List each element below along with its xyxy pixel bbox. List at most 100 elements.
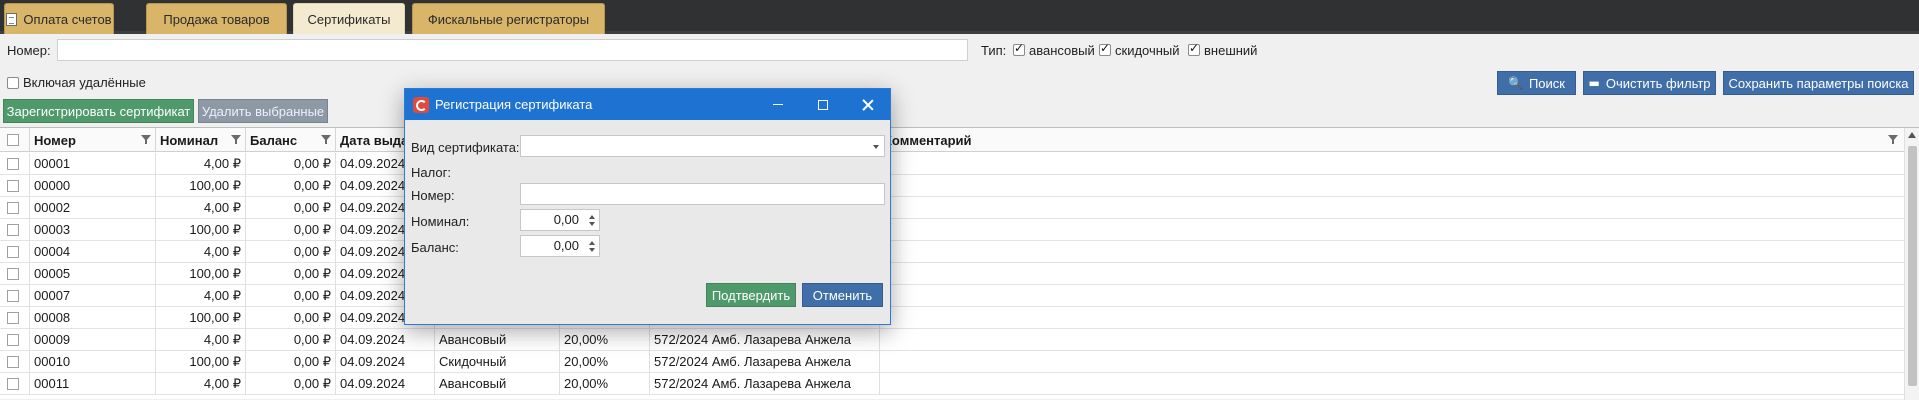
cell-number: 00004 — [30, 241, 156, 263]
row-select-cell — [0, 197, 30, 219]
table-row[interactable]: 00000 100,00 ₽0,00 ₽04.09.2024 — [0, 175, 1904, 197]
table-row[interactable]: 00009 4,00 ₽0,00 ₽04.09.2024 Авансовый 20,0… — [0, 329, 1904, 351]
row-checkbox[interactable] — [7, 334, 19, 346]
dialog-title-bar[interactable]: Регистрация сертификата — [405, 89, 890, 120]
cell-type: Авансовый — [435, 329, 560, 351]
filter-funnel-icon[interactable] — [141, 134, 152, 145]
number-filter-input[interactable] — [57, 39, 968, 61]
cert-type-select[interactable] — [520, 135, 885, 157]
table-row[interactable]: 00005 100,00 ₽0,00 ₽04.09.2024 — [0, 263, 1904, 285]
cell-tax: 20,00% — [560, 351, 650, 373]
cell-empty — [880, 285, 1904, 307]
table-row[interactable]: 00007 4,00 ₽0,00 ₽04.09.2024 — [0, 285, 1904, 307]
close-button[interactable] — [845, 89, 890, 120]
cell-balance: 0,00 ₽ — [246, 153, 336, 175]
clear-filter-button[interactable]: ▬ Очистить фильтр — [1583, 71, 1716, 95]
column-header-balance[interactable]: Баланс — [246, 128, 336, 152]
column-header-nominal[interactable]: Номинал — [156, 128, 246, 152]
cell-nominal: 4,00 ₽ — [156, 285, 246, 307]
spin-down-icon[interactable] — [589, 248, 595, 252]
tab-invoice-payment[interactable]: Оплата счетов — [4, 3, 114, 34]
cell-empty — [880, 329, 1904, 351]
table-row[interactable]: 00003 100,00 ₽0,00 ₽04.09.2024 — [0, 219, 1904, 241]
row-checkbox[interactable] — [7, 224, 19, 236]
cert-type-label: Вид сертификата: — [411, 140, 520, 155]
register-certificate-dialog: Регистрация сертификата Вид сертификата:… — [404, 88, 891, 325]
row-checkbox[interactable] — [7, 246, 19, 258]
row-checkbox[interactable] — [7, 268, 19, 280]
column-header-number[interactable]: Номер — [30, 128, 156, 152]
cell-nominal: 100,00 ₽ — [156, 219, 246, 241]
cell-nominal: 4,00 ₽ — [156, 153, 246, 175]
type-external-checkbox[interactable] — [1188, 41, 1200, 56]
filter-funnel-icon[interactable] — [1888, 134, 1899, 145]
cell-balance: 0,00 ₽ — [246, 263, 336, 285]
cell-balance: 0,00 ₽ — [246, 285, 336, 307]
row-checkbox[interactable] — [7, 378, 19, 390]
spin-down-icon[interactable] — [589, 222, 595, 226]
maximize-button[interactable] — [800, 89, 845, 120]
row-checkbox[interactable] — [7, 180, 19, 192]
spin-up-icon[interactable] — [589, 241, 595, 245]
delete-selected-button[interactable]: Удалить выбранные — [198, 99, 328, 123]
type-external-label: внешний — [1204, 43, 1258, 58]
select-all-checkbox[interactable] — [7, 134, 19, 146]
number-label: Номер: — [411, 188, 455, 203]
row-select-cell — [0, 219, 30, 241]
row-checkbox[interactable] — [7, 290, 19, 302]
cell-nominal: 4,00 ₽ — [156, 241, 246, 263]
tab-bar: Оплата счетов Продажа товаров Сертификат… — [0, 0, 1919, 34]
cell-date: 04.09.2024 — [336, 351, 435, 373]
table-row[interactable]: 00001 4,00 ₽0,00 ₽04.09.2024 — [0, 153, 1904, 175]
number-filter-label: Номер: — [7, 43, 51, 58]
tab-goods-sale[interactable]: Продажа товаров — [146, 3, 287, 34]
register-certificate-button[interactable]: Зарегистрировать сертификат — [3, 99, 194, 123]
type-discount-label: скидочный — [1115, 43, 1180, 58]
type-discount-checkbox[interactable] — [1099, 41, 1111, 56]
search-button[interactable]: 🔍 Поиск — [1497, 71, 1576, 95]
cell-empty — [880, 197, 1904, 219]
balance-stepper[interactable]: 0,00 — [520, 235, 600, 257]
cell-comment: 572/2024 Амб. Лазарева Анжела — [650, 351, 880, 373]
cell-empty — [880, 153, 1904, 175]
cell-number: 00009 — [30, 329, 156, 351]
table-row[interactable]: 00002 4,00 ₽0,00 ₽04.09.2024 — [0, 197, 1904, 219]
row-select-cell — [0, 351, 30, 373]
cell-number: 00001 — [30, 153, 156, 175]
row-select-cell — [0, 153, 30, 175]
minimize-button[interactable] — [755, 89, 800, 120]
tab-certificates[interactable]: Сертификаты — [293, 3, 405, 34]
cell-balance: 0,00 ₽ — [246, 197, 336, 219]
filter-funnel-icon[interactable] — [321, 134, 332, 145]
nominal-stepper[interactable]: 0,00 — [520, 209, 600, 231]
column-header-comment[interactable]: Комментарий — [880, 128, 1904, 152]
table-row[interactable]: 00011 4,00 ₽0,00 ₽04.09.2024 Авансовый 20,0… — [0, 373, 1904, 395]
cell-nominal: 4,00 ₽ — [156, 197, 246, 219]
cell-empty — [880, 373, 1904, 395]
table-row[interactable]: 00004 4,00 ₽0,00 ₽04.09.2024 — [0, 241, 1904, 263]
row-checkbox[interactable] — [7, 312, 19, 324]
confirm-button[interactable]: Подтвердить — [706, 283, 796, 307]
cell-empty — [880, 351, 1904, 373]
scroll-thumb[interactable] — [1908, 146, 1917, 386]
spin-up-icon[interactable] — [589, 215, 595, 219]
row-checkbox[interactable] — [7, 158, 19, 170]
row-checkbox[interactable] — [7, 202, 19, 214]
type-advance-label: авансовый — [1029, 43, 1095, 58]
table-row[interactable]: 00010 100,00 ₽0,00 ₽04.09.2024 Скидочный 20… — [0, 351, 1904, 373]
type-advance-checkbox[interactable] — [1013, 41, 1025, 56]
table-row[interactable]: 00008 100,00 ₽0,00 ₽04.09.2024 — [0, 307, 1904, 329]
cell-balance: 0,00 ₽ — [246, 307, 336, 329]
cell-nominal: 100,00 ₽ — [156, 307, 246, 329]
number-input[interactable] — [520, 183, 885, 205]
row-checkbox[interactable] — [7, 356, 19, 368]
include-deleted-checkbox[interactable] — [7, 77, 19, 89]
scroll-up-arrow-icon[interactable] — [1908, 132, 1916, 138]
filter-funnel-icon[interactable] — [231, 134, 242, 145]
vertical-scrollbar[interactable] — [1904, 128, 1919, 400]
tab-fiscal-registers[interactable]: Фискальные регистраторы — [412, 3, 605, 34]
save-search-params-button[interactable]: Сохранить параметры поиска — [1723, 71, 1914, 95]
cancel-button[interactable]: Отменить — [802, 283, 883, 307]
cell-balance: 0,00 ₽ — [246, 351, 336, 373]
row-select-cell — [0, 373, 30, 395]
